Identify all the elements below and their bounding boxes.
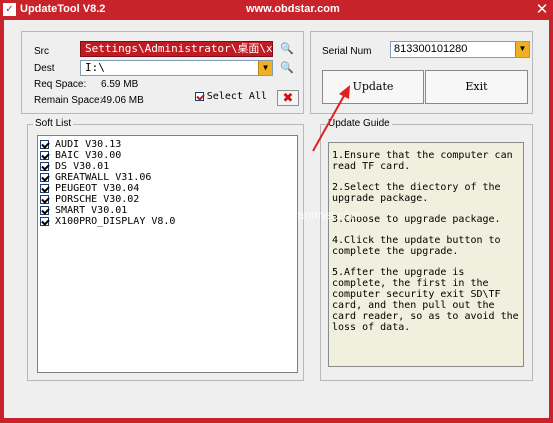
main-window: ✓ UpdateTool V8.2 www.obdstar.com ✕ Src … [0, 0, 553, 423]
annotation-arrow-icon [312, 85, 350, 152]
